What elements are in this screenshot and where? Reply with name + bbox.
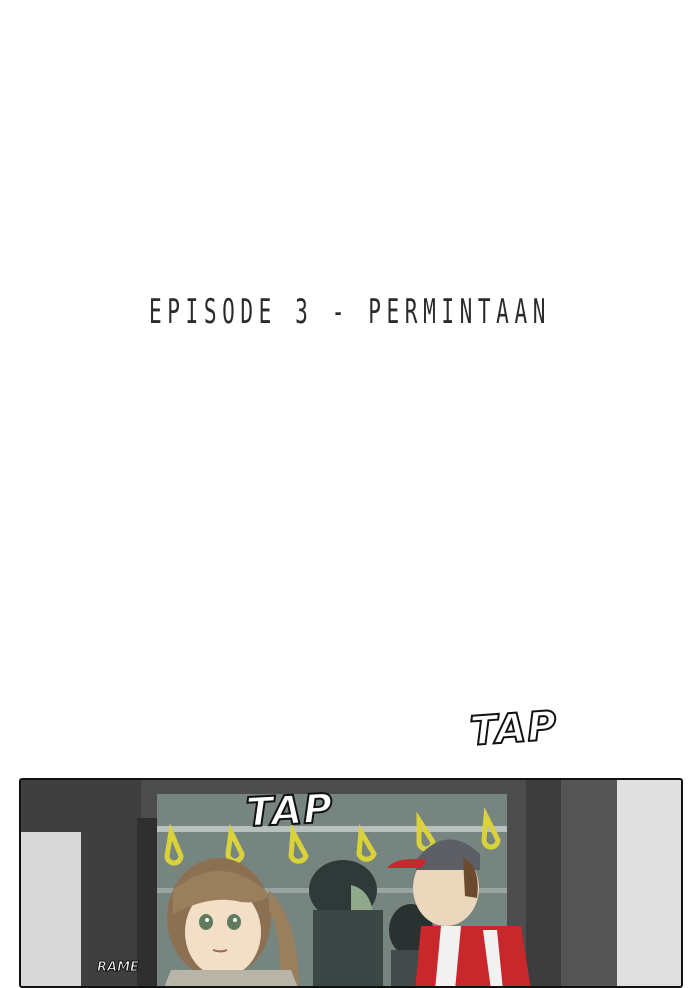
sfx-rame: RAME xyxy=(97,960,140,976)
train-interior-illustration xyxy=(21,780,681,986)
comic-panel: TAP RAME xyxy=(19,778,683,988)
sfx-tap-panel: TAP xyxy=(244,785,336,838)
episode-title: EPISODE 3 - PERMINTAAN xyxy=(149,292,551,332)
sfx-tap-top: TAP xyxy=(468,702,560,756)
